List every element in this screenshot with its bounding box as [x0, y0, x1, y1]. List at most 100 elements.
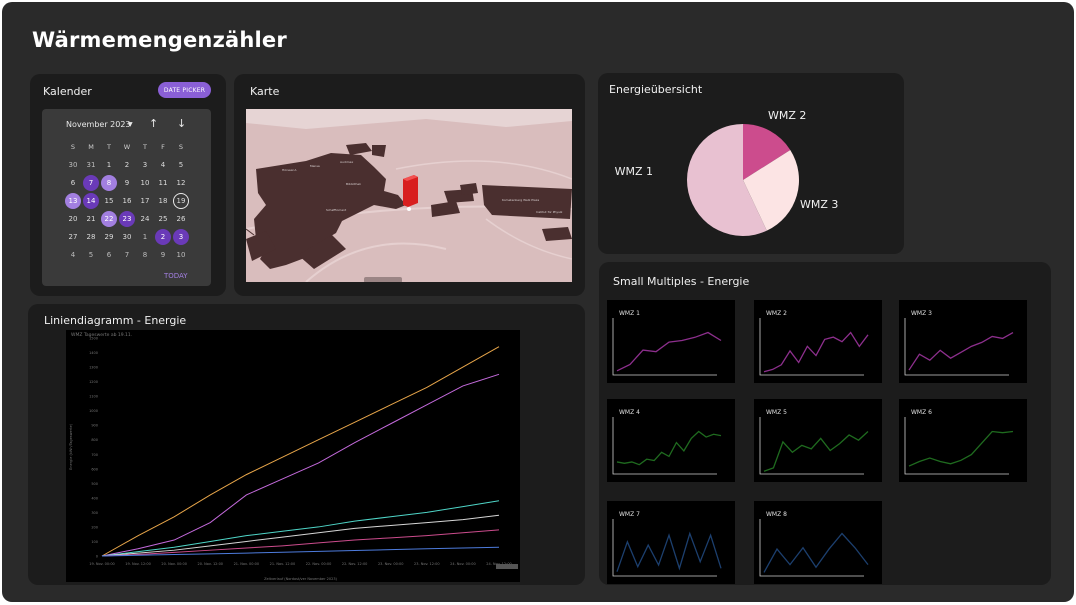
small-multiple-plot — [759, 519, 869, 577]
calendar-day[interactable]: 13 — [65, 193, 81, 209]
y-tick-label: 1300 — [89, 366, 98, 370]
calendar-day[interactable]: 29 — [101, 229, 117, 245]
weekday-label: F — [161, 143, 165, 151]
calendar-day[interactable]: 17 — [137, 193, 153, 209]
small-multiples-card: Small Multiples - Energie WMZ 1 WMZ 2 WMZ … — [599, 262, 1051, 585]
calendar-day[interactable]: 24 — [137, 211, 153, 227]
dashboard: Wärmemengenzähler Kalender DATE PICKER N… — [2, 2, 1074, 602]
y-tick-label: 1100 — [89, 395, 98, 399]
caret-down-icon[interactable]: ▼ — [128, 121, 133, 128]
map-label: Audimax — [340, 160, 353, 164]
y-tick-label: 0 — [96, 555, 98, 559]
weekday-label: S — [178, 143, 184, 151]
calendar-day[interactable]: 6 — [65, 175, 81, 191]
calendar-day[interactable]: 9 — [155, 247, 171, 263]
map-label: Schafftomant — [326, 208, 347, 212]
calendar-day[interactable]: 12 — [173, 175, 189, 191]
map-label: Institut für Physik — [536, 210, 563, 214]
calendar-day[interactable]: 19 — [173, 193, 189, 209]
calendar-day[interactable]: 28 — [83, 229, 99, 245]
calendar-day[interactable]: 3 — [137, 157, 153, 173]
x-tick-label: 24. Nov. 00:00 — [450, 562, 476, 566]
calendar-day[interactable]: 30 — [65, 157, 81, 173]
calendar-day[interactable]: 10 — [137, 175, 153, 191]
calendar-day[interactable]: 11 — [155, 175, 171, 191]
calendar-day[interactable]: 5 — [83, 247, 99, 263]
month-label[interactable]: November 2023 — [66, 120, 131, 129]
calendar-day[interactable]: 15 — [101, 193, 117, 209]
weekday-label: W — [123, 143, 131, 151]
calendar-day[interactable]: 8 — [101, 175, 117, 191]
weekday-label: S — [70, 143, 76, 151]
today-button[interactable]: TODAY — [164, 272, 188, 280]
calendar-day[interactable]: 21 — [83, 211, 99, 227]
calendar-day[interactable]: 18 — [155, 193, 171, 209]
calendar-day[interactable]: 1 — [137, 229, 153, 245]
calendar-day[interactable]: 23 — [119, 211, 135, 227]
y-tick-label: 1200 — [89, 380, 98, 384]
calendar-day[interactable]: 20 — [65, 211, 81, 227]
calendar-day[interactable]: 8 — [137, 247, 153, 263]
line-series — [101, 346, 500, 557]
calendar-day[interactable]: 2 — [155, 229, 171, 245]
small-multiple-line — [763, 331, 869, 373]
x-tick-label: 19. Nov. 12:00 — [125, 562, 151, 566]
small-multiple-line — [616, 331, 722, 372]
calendar-day[interactable]: 31 — [83, 157, 99, 173]
pie-label: WMZ 3 — [800, 198, 838, 211]
map-view[interactable]: Hörsaal A Mensa Audimax Bibliothek Schaf… — [246, 109, 572, 282]
small-multiple-chart: WMZ 5 — [754, 399, 882, 482]
pie-card: Energieübersicht WMZ 1 WMZ 2 WMZ 3 — [598, 73, 904, 254]
chart-logo-badge — [496, 564, 518, 569]
small-multiple-chart: WMZ 8 — [754, 501, 882, 584]
calendar-day[interactable]: 14 — [83, 193, 99, 209]
calendar-day[interactable]: 26 — [173, 211, 189, 227]
calendar-day[interactable]: 2 — [119, 157, 135, 173]
arrow-down-icon[interactable]: ↓ — [177, 117, 186, 130]
calendar-day[interactable]: 1 — [101, 157, 117, 173]
calendar-day[interactable]: 4 — [155, 157, 171, 173]
calendar-day[interactable]: 25 — [155, 211, 171, 227]
map-label: Bibliothek — [346, 182, 361, 186]
small-multiple-plot — [759, 417, 869, 475]
pie-label: WMZ 1 — [615, 165, 653, 178]
small-multiple-axis — [759, 318, 864, 376]
small-multiples-title: Small Multiples - Energie — [613, 275, 750, 288]
arrow-up-icon[interactable]: ↑ — [149, 117, 158, 130]
x-tick-label: 19. Nov. 00:00 — [89, 562, 115, 566]
small-multiple-axis — [904, 417, 1009, 475]
map-label: Mensa — [310, 164, 320, 168]
weekday-label: T — [143, 143, 147, 151]
small-multiple-line — [908, 331, 1014, 371]
line-chart: WMZ Tageswerte ab 19.11. 0 100 200 300 400 500… — [66, 330, 520, 582]
map-label: Kometenberg Walk Plaza — [502, 198, 539, 202]
calendar-day[interactable]: 4 — [65, 247, 81, 263]
small-multiple-line — [616, 531, 722, 572]
calendar-day[interactable]: 5 — [173, 157, 189, 173]
calendar-widget: November 2023 ▼ ↑ ↓ S M T W T F S 30 31 1 2 3 4 5 6 7 8 9… — [42, 109, 211, 286]
small-multiple-axis — [904, 318, 1009, 376]
calendar-day[interactable]: 3 — [173, 229, 189, 245]
calendar-day[interactable]: 10 — [173, 247, 189, 263]
y-tick-label: 900 — [91, 424, 98, 428]
x-axis-label: Zeitverlauf (Nordost/ver November 2023) — [264, 577, 337, 581]
calendar-card: Kalender DATE PICKER November 2023 ▼ ↑ ↓… — [30, 74, 226, 296]
small-multiple-plot — [759, 318, 869, 376]
chart-inner-title: WMZ Tageswerte ab 19.11. — [71, 332, 132, 338]
calendar-day[interactable]: 16 — [119, 193, 135, 209]
calendar-day[interactable]: 22 — [101, 211, 117, 227]
calendar-day[interactable]: 30 — [119, 229, 135, 245]
calendar-day[interactable]: 7 — [83, 175, 99, 191]
weekday-label: T — [107, 143, 111, 151]
small-multiple-plot — [904, 318, 1014, 376]
x-tick-label: 21. Nov. 12:00 — [270, 562, 296, 566]
calendar-day[interactable]: 7 — [119, 247, 135, 263]
y-tick-label: 1000 — [89, 409, 98, 413]
weekday-label: M — [88, 143, 94, 151]
calendar-day[interactable]: 6 — [101, 247, 117, 263]
small-multiple-chart: WMZ 4 — [607, 399, 735, 482]
small-multiple-line — [763, 431, 869, 472]
calendar-day[interactable]: 9 — [119, 175, 135, 191]
calendar-day[interactable]: 27 — [65, 229, 81, 245]
date-picker-button[interactable]: DATE PICKER — [158, 82, 211, 98]
